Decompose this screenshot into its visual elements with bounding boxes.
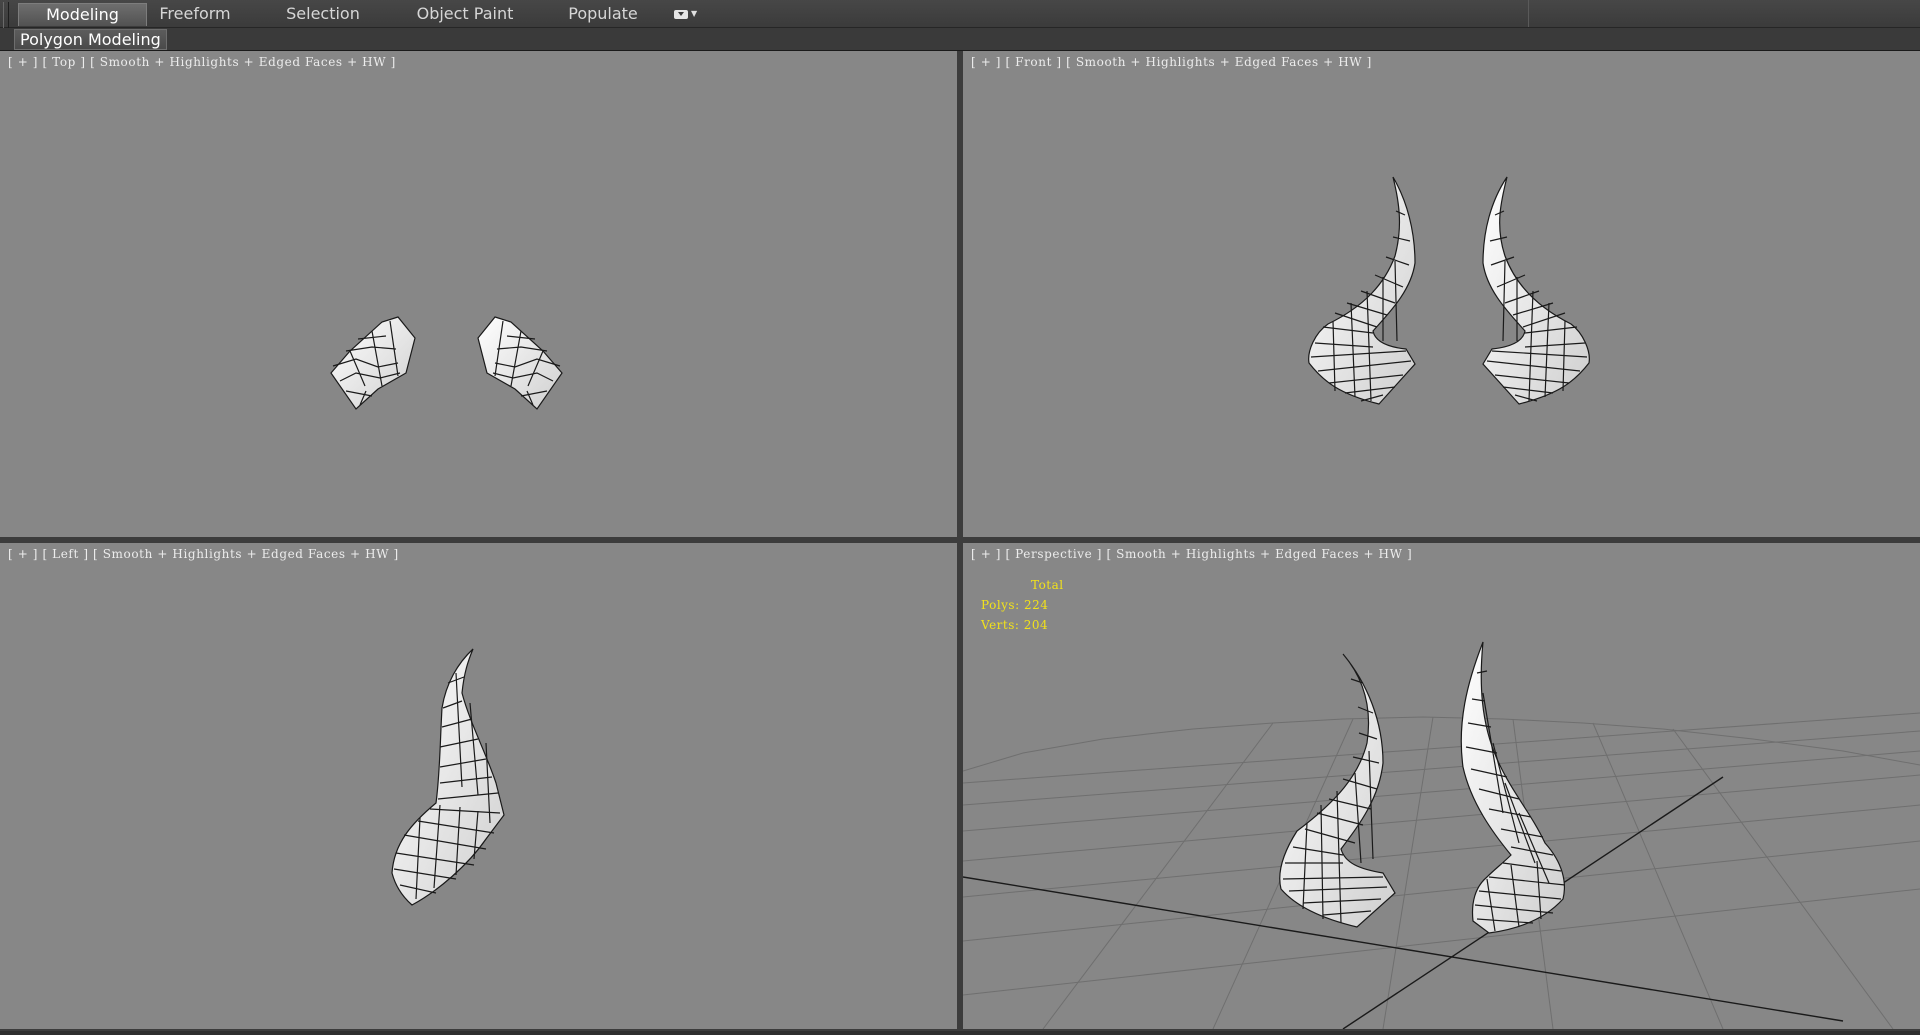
- status-bar-edge: [0, 1031, 1920, 1035]
- viewport-left[interactable]: [ + ] [ Left ] [ Smooth + Highlights + E…: [0, 543, 957, 1029]
- tab-object-paint[interactable]: Object Paint: [410, 3, 520, 25]
- polygon-modeling-panel-button[interactable]: Polygon Modeling: [14, 29, 167, 50]
- viewport-layout: [ + ] [ Top ] [ Smooth + Highlights + Ed…: [0, 51, 1920, 1035]
- top-view-canvas: [330, 316, 563, 410]
- ribbon-panel-row: Polygon Modeling: [0, 28, 1920, 51]
- horn-mesh-side[interactable]: [391, 648, 505, 906]
- tab-selection[interactable]: Selection: [278, 3, 368, 25]
- front-view-canvas: [1308, 176, 1590, 405]
- ribbon-display-icon: [674, 9, 688, 19]
- left-view-canvas: [391, 648, 505, 906]
- viewport-perspective[interactable]: [ + ] [ Perspective ] [ Smooth + Highlig…: [963, 543, 1920, 1029]
- ribbon-tab-bar: Modeling Freeform Selection Object Paint…: [0, 0, 1920, 50]
- horn-mesh-left[interactable]: [1279, 653, 1396, 928]
- ribbon-options-dropdown[interactable]: ▼: [674, 7, 704, 21]
- horn-mesh-left[interactable]: [1308, 176, 1416, 405]
- viewport-top[interactable]: [ + ] [ Top ] [ Smooth + Highlights + Ed…: [0, 51, 957, 537]
- chevron-down-icon: ▼: [691, 9, 698, 18]
- horn-mesh-right[interactable]: [1460, 641, 1566, 934]
- horn-mesh-left[interactable]: [330, 316, 416, 410]
- tab-freeform[interactable]: Freeform: [150, 3, 240, 25]
- viewport-front[interactable]: [ + ] [ Front ] [ Smooth + Highlights + …: [963, 51, 1920, 537]
- horn-mesh-right[interactable]: [477, 316, 563, 410]
- ribbon-divider: [1528, 0, 1529, 27]
- perspective-view-canvas: [963, 641, 1920, 1029]
- tab-modeling[interactable]: Modeling: [18, 3, 147, 26]
- home-grid: [963, 712, 1920, 1029]
- tab-populate[interactable]: Populate: [560, 3, 646, 25]
- horn-mesh-right[interactable]: [1482, 176, 1590, 405]
